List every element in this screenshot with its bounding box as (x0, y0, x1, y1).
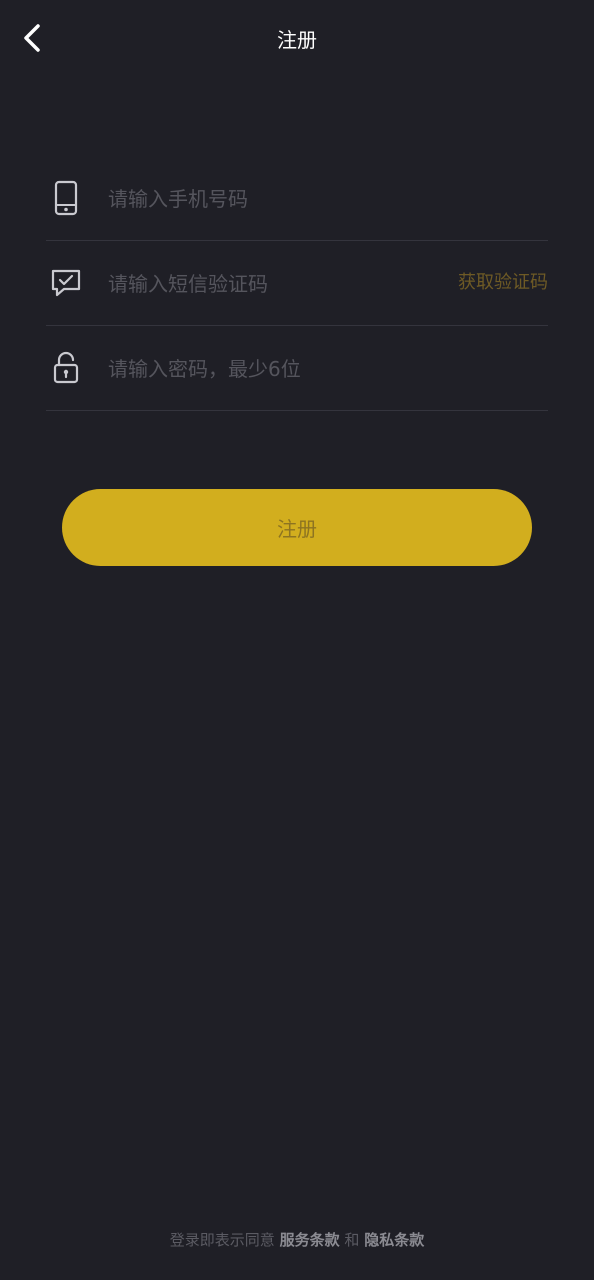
agreement-prefix: 登录即表示同意 (169, 1231, 275, 1249)
register-button[interactable]: 注册 (62, 489, 532, 566)
message-check-icon (46, 263, 86, 303)
password-row (46, 326, 548, 411)
agreement-text: 登录即表示同意 服务条款 和 隐私条款 (0, 1228, 594, 1252)
register-form: 获取验证码 (46, 156, 548, 411)
privacy-policy-link[interactable]: 隐私条款 (364, 1231, 424, 1249)
password-input[interactable] (108, 352, 548, 386)
page-title: 注册 (277, 28, 317, 52)
mobile-phone-icon (46, 178, 86, 218)
terms-of-service-link[interactable]: 服务条款 (280, 1231, 340, 1249)
phone-input[interactable] (108, 182, 548, 216)
get-code-button[interactable]: 获取验证码 (458, 271, 548, 295)
unlock-icon (46, 348, 86, 388)
phone-row (46, 156, 548, 241)
sms-code-input[interactable] (108, 267, 448, 301)
top-bar: 注册 (0, 0, 594, 80)
agreement-connector: 和 (344, 1231, 360, 1249)
sms-code-row: 获取验证码 (46, 241, 548, 326)
